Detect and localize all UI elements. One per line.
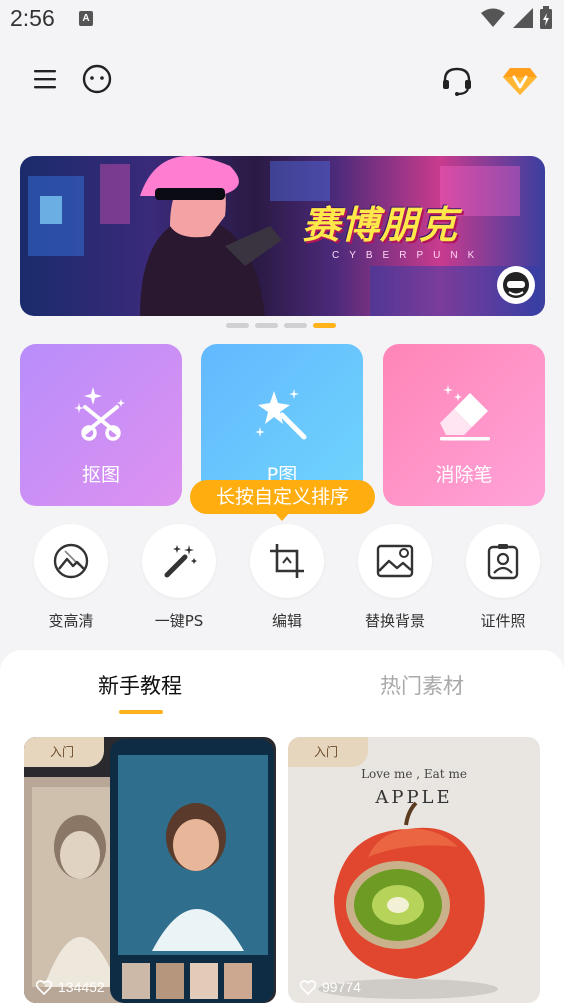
status-time: 2:56	[10, 5, 55, 31]
tile-eraser[interactable]: 消除笔	[383, 344, 545, 506]
banner-subtitle: CYBERPUNK	[332, 250, 485, 261]
tool-id-photo[interactable]: 证件照	[453, 524, 553, 631]
card-likes[interactable]: 134452	[36, 979, 105, 995]
card-badge: 入门	[24, 737, 104, 767]
card-image	[24, 737, 276, 1003]
tool-id-photo-circle	[466, 524, 540, 598]
content-sheet: 新手教程 热门素材 入门 134452 Love me , Eat me APP…	[0, 650, 564, 1004]
banner-image: 赛博朋克 CYBERPUNK	[20, 156, 545, 316]
magic-wand-icon	[247, 378, 317, 448]
status-indicators	[480, 6, 552, 30]
crop-icon	[270, 544, 304, 578]
carousel-dot[interactable]	[226, 323, 249, 328]
tool-enhance[interactable]: 变高清	[21, 524, 121, 631]
signal-icon	[513, 8, 533, 28]
tab-underline	[119, 710, 163, 714]
tool-id-photo-label: 证件照	[480, 612, 526, 630]
menu-button[interactable]	[28, 62, 62, 96]
card-likes[interactable]: 99774	[300, 979, 361, 995]
notification-icon: A	[79, 11, 93, 26]
carousel-indicator	[226, 323, 336, 328]
banner-title: 赛博朋克	[302, 203, 459, 247]
top-bar	[0, 56, 564, 104]
tool-shortcuts: 变高清 一键PS 编辑 替换背景 证件照	[0, 524, 564, 634]
scissors-sparkle-icon	[66, 378, 136, 448]
carousel-dot[interactable]	[255, 323, 278, 328]
tool-one-click-ps-circle	[142, 524, 216, 598]
card-likes-count: 99774	[322, 979, 361, 995]
tutorial-card[interactable]: 入门 134452	[24, 737, 276, 1003]
tool-edit[interactable]: 编辑	[237, 524, 337, 631]
battery-icon	[540, 6, 552, 29]
tab-tutorials[interactable]: 新手教程	[98, 670, 182, 700]
headset-icon	[443, 67, 471, 96]
tool-replace-bg-circle	[358, 524, 432, 598]
carousel-dot[interactable]	[284, 323, 307, 328]
menu-icon	[34, 70, 56, 89]
card-caption-line2: APPLE	[375, 787, 453, 808]
tile-cutout[interactable]: 抠图	[20, 344, 182, 506]
chat-button[interactable]	[80, 62, 114, 96]
customer-service-button[interactable]	[438, 62, 476, 100]
heart-icon	[300, 979, 316, 995]
promo-banner[interactable]: 赛博朋克 CYBERPUNK	[20, 156, 545, 316]
tool-replace-bg[interactable]: 替换背景	[345, 524, 445, 631]
tool-edit-circle	[250, 524, 324, 598]
tool-one-click-ps-label: 一键PS	[154, 612, 204, 630]
card-likes-count: 134452	[58, 979, 105, 995]
wifi-icon	[481, 8, 505, 27]
magic-wand-icon	[164, 545, 197, 578]
heart-icon	[36, 979, 52, 995]
carousel-dot-active[interactable]	[313, 323, 336, 328]
tool-enhance-circle	[34, 524, 108, 598]
vip-button[interactable]	[500, 62, 540, 100]
chat-bubble-icon	[82, 64, 112, 94]
tile-eraser-label: 消除笔	[435, 464, 493, 486]
eraser-icon	[429, 378, 499, 448]
tutorial-card[interactable]: Love me , Eat me APPLE 入门 99774	[288, 737, 540, 1003]
reorder-tooltip: 长按自定义排序	[190, 480, 375, 514]
id-photo-icon	[487, 544, 519, 580]
tool-one-click-ps[interactable]: 一键PS	[129, 524, 229, 631]
tool-edit-label: 编辑	[271, 612, 302, 630]
card-caption-line1: Love me , Eat me	[361, 767, 467, 781]
tab-hot-materials[interactable]: 热门素材	[380, 670, 464, 700]
status-bar: 2:56 A	[0, 0, 564, 40]
enhance-icon	[53, 543, 89, 579]
diamond-icon	[503, 68, 537, 95]
card-badge: 入门	[288, 737, 368, 767]
tool-enhance-label: 变高清	[48, 612, 94, 630]
replace-background-icon	[376, 544, 414, 578]
tool-replace-bg-label: 替换背景	[364, 612, 425, 630]
tile-cutout-label: 抠图	[81, 464, 120, 486]
banner-badge	[497, 266, 535, 304]
vr-helmet-icon	[503, 272, 529, 298]
tooltip-arrow	[274, 512, 290, 521]
